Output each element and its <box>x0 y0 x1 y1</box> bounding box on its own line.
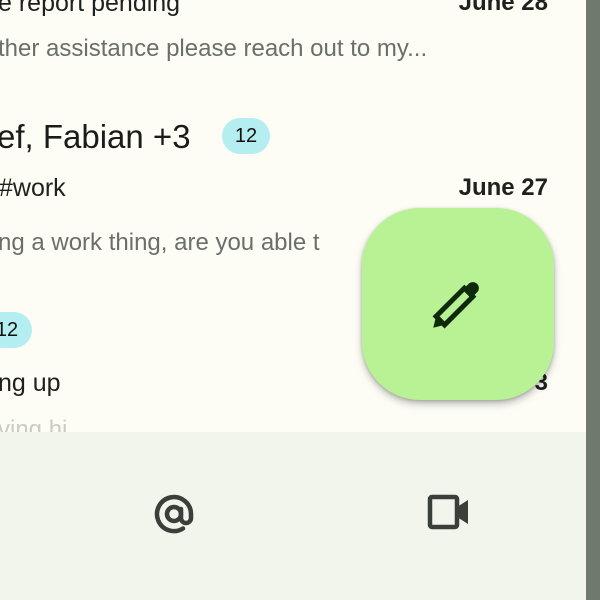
unread-count-badge: 12 <box>222 118 270 154</box>
email-subject: e report pending <box>0 0 181 17</box>
email-list-screen: e report pending June 28 ther assistance… <box>0 0 586 600</box>
mentions-tab[interactable] <box>152 492 196 541</box>
bottom-navigation <box>0 432 586 600</box>
unread-count-badge: 12 <box>0 312 32 348</box>
email-snippet: ther assistance please reach out to my..… <box>0 35 428 62</box>
email-sender: ef, Fabian +3 <box>0 118 191 155</box>
email-subject: #work <box>0 174 66 202</box>
at-sign-icon <box>154 494 194 534</box>
email-subject: ng up <box>0 369 61 397</box>
video-camera-icon <box>427 494 468 530</box>
pencil-icon <box>432 282 479 329</box>
email-date: June 28 <box>458 0 548 16</box>
email-date: June 27 <box>458 174 548 201</box>
scroll-edge <box>586 0 600 600</box>
compose-button[interactable] <box>362 208 554 400</box>
meet-tab[interactable] <box>427 494 471 535</box>
email-snippet: ng a work thing, are you able t <box>0 229 320 256</box>
